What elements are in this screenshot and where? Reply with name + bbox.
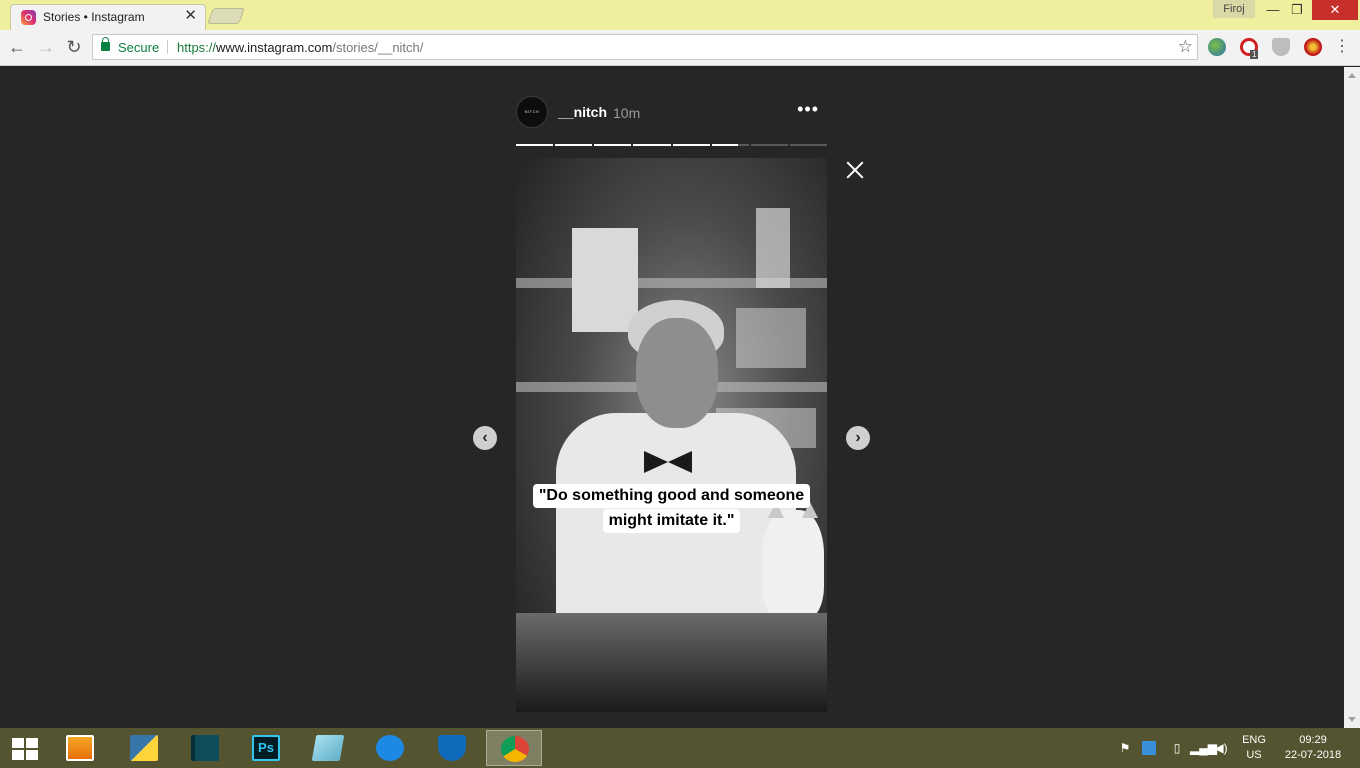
instagram-favicon-icon xyxy=(21,10,36,25)
story-image[interactable]: "Do something good and someone might imi… xyxy=(516,158,827,712)
chrome-menu-icon[interactable]: ⋮ xyxy=(1334,36,1350,58)
lock-icon[interactable] xyxy=(101,37,110,51)
story-progress-segment xyxy=(555,144,593,146)
story-progress-segment xyxy=(711,144,749,146)
hanging-paper xyxy=(572,228,638,332)
system-clock[interactable]: 09:29 22-07-2018 xyxy=(1278,733,1348,763)
story-progress-fill xyxy=(516,144,554,146)
taskbar-messenger[interactable] xyxy=(362,730,418,766)
close-icon[interactable] xyxy=(844,159,866,181)
tab-close-icon[interactable]: ✕ xyxy=(184,8,197,24)
new-tab-button[interactable] xyxy=(207,8,245,24)
network-signal-icon[interactable]: ▂▄▆ xyxy=(1190,741,1217,755)
taskbar-media-player[interactable] xyxy=(52,730,108,766)
url-host: www.instagram.com xyxy=(216,40,333,55)
shield-extension-icon[interactable] xyxy=(1272,38,1290,56)
bookmark-star-icon[interactable]: ☆ xyxy=(1178,37,1193,57)
action-center-flag-icon[interactable]: ⚑ xyxy=(1118,741,1132,755)
desk xyxy=(516,613,827,712)
secure-label[interactable]: Secure xyxy=(118,40,159,55)
avatar[interactable]: NITCH xyxy=(516,96,548,128)
story-quote-sticker: "Do something good and someone might imi… xyxy=(516,484,827,534)
taskbar-defender[interactable] xyxy=(424,730,480,766)
story-progress-segment xyxy=(594,144,632,146)
windows-taskbar: Ps ⚑ ▯ ▂▄▆ ◀) ENG US 09:29 22-07-2018 xyxy=(0,728,1360,768)
media-player-icon xyxy=(66,735,94,761)
bowtie-left xyxy=(644,451,668,473)
shield-icon xyxy=(438,735,466,761)
story-progress-segment xyxy=(516,144,554,146)
hanging-paper xyxy=(756,208,790,288)
photoshop-icon: Ps xyxy=(252,735,280,761)
notepad-icon xyxy=(311,735,345,761)
story-progress-fill xyxy=(672,144,710,146)
battery-icon[interactable]: ▯ xyxy=(1170,741,1184,755)
forward-button[interactable]: → xyxy=(35,36,57,58)
region-code: US xyxy=(1246,749,1262,761)
scroll-down-icon[interactable] xyxy=(1348,717,1356,722)
url-path: /stories/__nitch/ xyxy=(332,40,424,55)
more-options-icon[interactable]: ••• xyxy=(797,100,819,118)
story-progress-fill xyxy=(711,144,738,146)
taskbar-notepad[interactable] xyxy=(300,730,356,766)
omnibox-divider xyxy=(167,40,168,54)
clock-time: 09:29 xyxy=(1299,734,1327,746)
language-code: ENG xyxy=(1242,734,1266,746)
clock-date: 22-07-2018 xyxy=(1284,749,1342,761)
taskbar-python-files[interactable] xyxy=(116,730,172,766)
bowtie-right xyxy=(668,451,692,473)
man-face xyxy=(636,318,718,428)
story-progress-segment xyxy=(672,144,710,146)
browser-tab-instagram[interactable]: Stories • Instagram ✕ xyxy=(10,4,206,30)
previous-story-button[interactable]: ‹ xyxy=(473,426,497,450)
story-header: NITCH __nitch 10m ••• xyxy=(516,96,827,128)
red-extension-icon[interactable] xyxy=(1304,38,1322,56)
tab-title: Stories • Instagram xyxy=(43,10,145,24)
story-progress-fill xyxy=(633,144,671,146)
messenger-icon xyxy=(376,735,404,761)
story-progress-segment xyxy=(750,144,788,146)
volume-icon[interactable]: ◀) xyxy=(1214,741,1228,755)
tray-app-icon[interactable] xyxy=(1142,741,1156,755)
dark-app-icon xyxy=(191,735,219,761)
story-progress-segment xyxy=(633,144,671,146)
url-scheme: https:// xyxy=(177,40,217,55)
taskbar-app-dark[interactable] xyxy=(177,730,233,766)
window-minimize-button[interactable]: — xyxy=(1262,0,1284,20)
address-bar[interactable]: Secure https://www.instagram.com/stories… xyxy=(92,34,1198,60)
profile-name[interactable]: Firoj xyxy=(1213,0,1255,18)
reload-button[interactable]: ↻ xyxy=(63,36,85,58)
story-username[interactable]: __nitch xyxy=(558,104,607,120)
window-maximize-button[interactable]: ❐ xyxy=(1286,0,1308,20)
url-text[interactable]: https://www.instagram.com/stories/__nitc… xyxy=(177,40,423,55)
story-progress-fill xyxy=(594,144,632,146)
story-progress-bar xyxy=(516,144,827,146)
story-progress-segment xyxy=(789,144,827,146)
taskbar-photoshop[interactable]: Ps xyxy=(238,730,294,766)
quote-line-1: "Do something good and someone xyxy=(532,484,811,508)
globe-extension-icon[interactable] xyxy=(1208,38,1226,56)
story-viewer: NITCH __nitch 10m ••• "Do something good… xyxy=(0,67,1344,728)
story-time: 10m xyxy=(613,105,641,121)
language-indicator[interactable]: ENG US xyxy=(1236,733,1272,763)
chrome-icon xyxy=(501,736,529,762)
page-scrollbar[interactable] xyxy=(1344,67,1360,728)
windows-start-icon[interactable] xyxy=(12,738,38,760)
quote-line-2: might imitate it." xyxy=(602,509,741,533)
window-close-button[interactable]: ✕ xyxy=(1312,0,1358,20)
story-progress-fill xyxy=(555,144,593,146)
extension-badge: 1 xyxy=(1250,50,1259,59)
next-story-button[interactable]: › xyxy=(846,426,870,450)
python-icon xyxy=(130,735,158,761)
taskbar-chrome[interactable] xyxy=(486,730,542,766)
back-button[interactable]: ← xyxy=(6,36,28,58)
background-window xyxy=(736,308,806,368)
browser-titlebar: Stories • Instagram ✕ Firoj — ❐ ✕ xyxy=(0,0,1360,30)
browser-toolbar: ← → ↻ Secure https://www.instagram.com/s… xyxy=(0,30,1360,66)
scroll-up-icon[interactable] xyxy=(1348,73,1356,78)
